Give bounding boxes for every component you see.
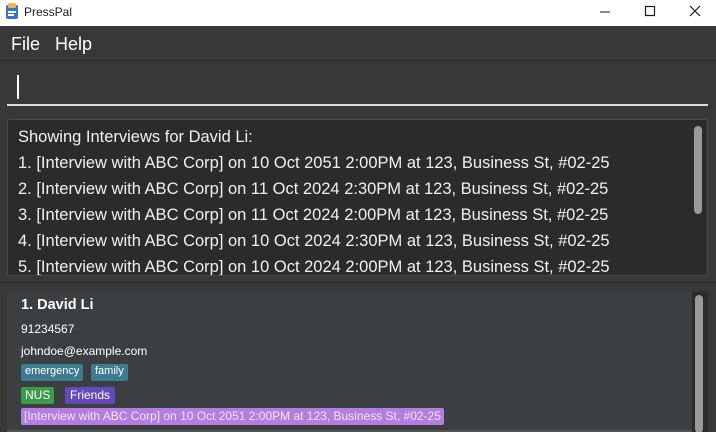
tag-emergency: emergency xyxy=(21,364,84,381)
maximize-icon xyxy=(644,5,656,17)
result-scrollbar[interactable] xyxy=(694,126,702,214)
text-caret xyxy=(17,75,19,99)
close-button[interactable] xyxy=(672,0,716,26)
result-line: 5. [Interview with ABC Corp] on 10 Oct 2… xyxy=(18,258,610,276)
menu-bar: File Help xyxy=(0,26,716,61)
person-phone: 91234567 xyxy=(21,322,75,336)
command-input[interactable] xyxy=(7,70,708,106)
group-friends: Friends xyxy=(65,387,116,404)
result-line: Showing Interviews for David Li: xyxy=(18,128,253,146)
close-icon xyxy=(689,5,701,17)
person-list-scrollbar[interactable] xyxy=(695,295,703,432)
minimize-icon xyxy=(600,11,610,13)
result-display-area: Showing Interviews for David Li: 1. [Int… xyxy=(0,112,716,282)
title-bar: PressPal xyxy=(0,0,716,26)
maximize-button[interactable] xyxy=(627,0,673,26)
person-email: johndoe@example.com xyxy=(21,344,148,358)
menu-help[interactable]: Help xyxy=(55,34,92,55)
minimize-button[interactable] xyxy=(582,0,628,26)
group-nus: NUS xyxy=(21,387,55,404)
menu-file[interactable]: File xyxy=(11,34,40,55)
person-list-area: 1. David Li 91234567 johndoe@example.com… xyxy=(0,282,716,432)
result-display[interactable]: Showing Interviews for David Li: 1. [Int… xyxy=(7,119,708,276)
person-list[interactable]: 1. David Li 91234567 johndoe@example.com… xyxy=(7,292,708,432)
window-title: PressPal xyxy=(24,5,73,19)
person-name: 1. David Li xyxy=(21,297,94,313)
app-icon xyxy=(4,3,20,21)
interview-tag: [Interview with ABC Corp] on 10 Oct 2051… xyxy=(21,408,444,425)
command-area xyxy=(0,62,716,112)
result-line: 1. [Interview with ABC Corp] on 10 Oct 2… xyxy=(18,154,610,172)
tag-family: family xyxy=(91,364,128,381)
result-line: 4. [Interview with ABC Corp] on 10 Oct 2… xyxy=(18,232,610,250)
person-card[interactable]: 1. David Li 91234567 johndoe@example.com… xyxy=(7,292,692,432)
result-line: 2. [Interview with ABC Corp] on 11 Oct 2… xyxy=(18,180,609,198)
result-line: 3. [Interview with ABC Corp] on 11 Oct 2… xyxy=(18,206,609,224)
